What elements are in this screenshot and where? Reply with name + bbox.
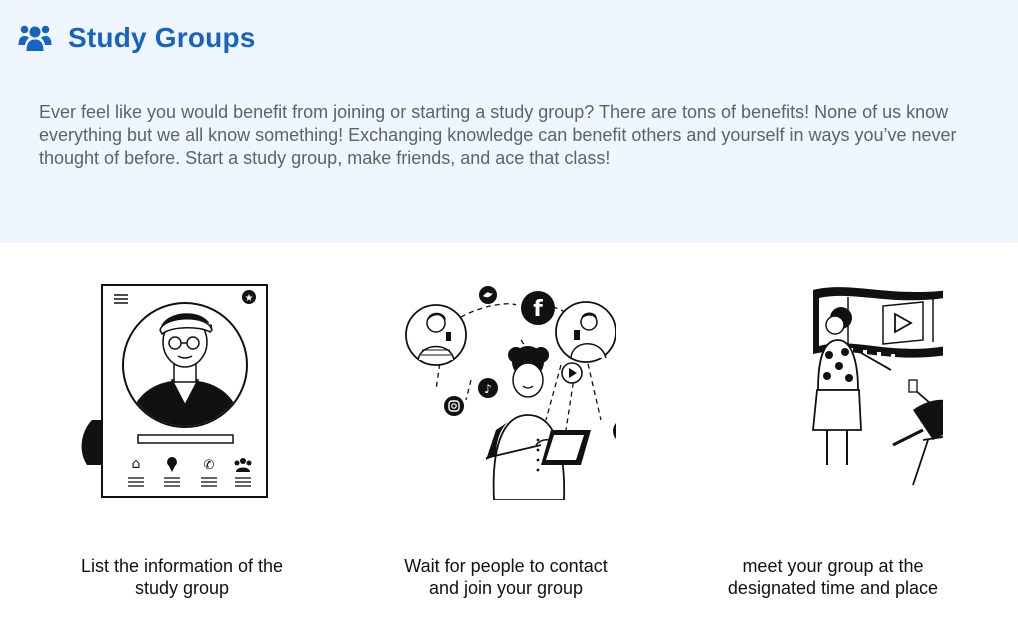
hero-section: Study Groups Ever feel like you would be…: [0, 0, 1018, 243]
meeting-illustration: [812, 287, 943, 486]
page-title: Study Groups: [68, 22, 256, 53]
svg-text:f: f: [533, 297, 543, 322]
svg-text:✆: ✆: [204, 458, 215, 473]
caption-line: List the information of the: [80, 556, 284, 576]
step-list-info: ★ ⌂ ✆ List the information of the study …: [17, 280, 347, 598]
caption-line: Wait for people to contact: [404, 556, 608, 576]
page-header: Study Groups: [18, 20, 256, 56]
step-caption: List the information of the study group: [17, 555, 347, 599]
step-caption: Wait for people to contact and join your…: [341, 555, 671, 599]
svg-text:★: ★: [245, 293, 254, 304]
profile-card-illustration: ★ ⌂ ✆: [81, 284, 268, 498]
caption-line: and join your group: [428, 578, 584, 598]
caption-line: designated time and place: [727, 578, 939, 598]
caption-line: meet your group at the: [742, 556, 924, 576]
users-icon: [18, 25, 52, 51]
step-caption: meet your group at the designated time a…: [668, 555, 998, 599]
step-wait-contact: f ♪ t Wait for people to contact and joi…: [341, 280, 671, 598]
caption-line: study group: [134, 578, 230, 598]
social-network-illustration: f ♪ t: [405, 286, 616, 500]
intro-text: Ever feel like you would benefit from jo…: [39, 102, 957, 168]
step-meet-group: meet your group at the designated time a…: [668, 280, 998, 598]
svg-text:♪: ♪: [484, 382, 492, 396]
svg-text:⌂: ⌂: [132, 456, 141, 472]
